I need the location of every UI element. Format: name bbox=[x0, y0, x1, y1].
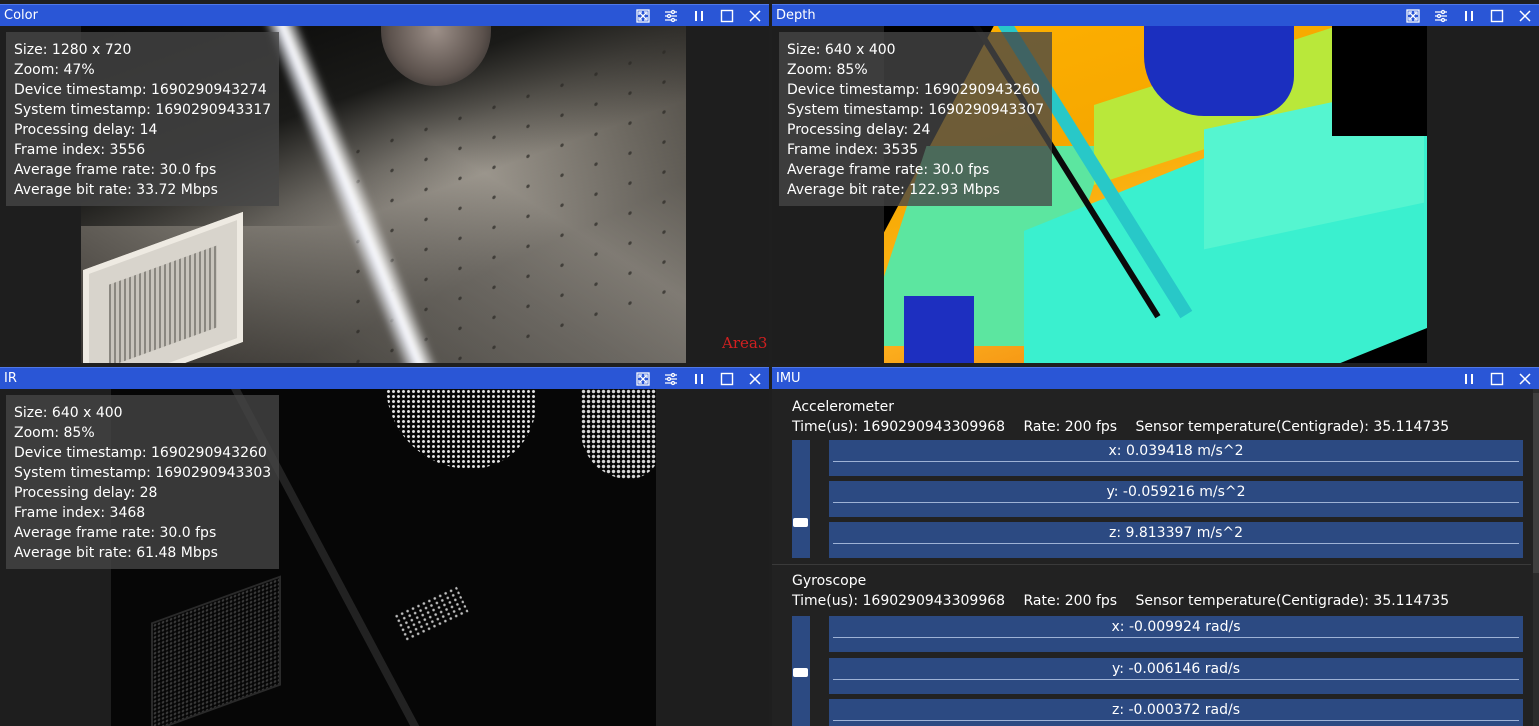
close-icon[interactable] bbox=[741, 5, 769, 27]
depth-stream-view[interactable]: Size: 640 x 400 Zoom: 85% Device timesta… bbox=[772, 26, 1539, 363]
area-label: Area3 bbox=[722, 334, 768, 352]
info-processing-delay: Processing delay: 14 bbox=[14, 122, 158, 138]
color-titlebar: Color bbox=[0, 4, 769, 26]
color-stream-view[interactable]: Size: 1280 x 720 Zoom: 47% Device timest… bbox=[0, 26, 769, 363]
accelerometer-temperature: Sensor temperature(Centigrade): 35.11473… bbox=[1135, 419, 1450, 435]
accelerometer-y-row: y: -0.059216 m/s^2 bbox=[829, 481, 1523, 517]
accelerometer-level-bar bbox=[792, 440, 810, 558]
info-system-timestamp: System timestamp: 1690290943307 bbox=[787, 102, 1045, 118]
depth-titlebar: Depth bbox=[772, 4, 1539, 26]
imu-view: Accelerometer Time(us): 1690290943309968… bbox=[772, 389, 1539, 726]
info-processing-delay: Processing delay: 28 bbox=[14, 485, 158, 501]
info-frame-rate: Average frame rate: 30.0 fps bbox=[787, 162, 990, 178]
close-icon[interactable] bbox=[1511, 368, 1539, 390]
accelerometer-level-knob bbox=[793, 518, 808, 527]
info-frame-rate: Average frame rate: 30.0 fps bbox=[14, 162, 217, 178]
accelerometer-z-row: z: 9.813397 m/s^2 bbox=[829, 522, 1523, 558]
info-size: Size: 1280 x 720 bbox=[14, 42, 132, 58]
gyroscope-x-row: x: -0.009924 rad/s bbox=[829, 616, 1523, 652]
accelerometer-title: Accelerometer bbox=[792, 399, 894, 415]
panel-title: IMU bbox=[776, 371, 801, 386]
info-frame-rate: Average frame rate: 30.0 fps bbox=[14, 525, 217, 541]
gyroscope-level-knob bbox=[793, 668, 808, 677]
stream-info-overlay: Size: 640 x 400 Zoom: 85% Device timesta… bbox=[779, 32, 1053, 206]
ceiling-vent bbox=[83, 211, 243, 363]
info-system-timestamp: System timestamp: 1690290943303 bbox=[14, 465, 272, 481]
imu-scrollbar-thumb[interactable] bbox=[1533, 393, 1539, 573]
maximize-icon[interactable] bbox=[1483, 368, 1511, 390]
info-device-timestamp: Device timestamp: 1690290943274 bbox=[14, 82, 267, 98]
panel-title: Color bbox=[4, 8, 38, 23]
accelerometer-x-row: x: 0.039418 m/s^2 bbox=[829, 440, 1523, 476]
info-frame-index: Frame index: 3535 bbox=[787, 142, 919, 158]
maximize-icon[interactable] bbox=[713, 368, 741, 390]
info-bit-rate: Average bit rate: 33.72 Mbps bbox=[14, 182, 218, 198]
gyroscope-title: Gyroscope bbox=[792, 573, 867, 589]
accelerometer-time: Time(us): 1690290943309968 bbox=[792, 419, 1006, 435]
info-frame-index: Frame index: 3468 bbox=[14, 505, 146, 521]
gyroscope-time: Time(us): 1690290943309968 bbox=[792, 593, 1006, 609]
info-size: Size: 640 x 400 bbox=[787, 42, 896, 58]
section-divider bbox=[772, 564, 1531, 565]
pause-icon[interactable] bbox=[1455, 5, 1483, 27]
gyroscope-z-value: z: -0.000372 rad/s bbox=[1111, 702, 1241, 718]
imu-panel: IMU Accelerometer Time(us): 169029094330… bbox=[772, 367, 1539, 726]
imu-scrollbar[interactable] bbox=[1533, 389, 1539, 726]
panel-title: Depth bbox=[776, 8, 816, 23]
info-frame-index: Frame index: 3556 bbox=[14, 142, 146, 158]
imu-titlebar: IMU bbox=[772, 367, 1539, 389]
info-bit-rate: Average bit rate: 122.93 Mbps bbox=[787, 182, 1000, 198]
settings-icon[interactable] bbox=[657, 5, 685, 27]
info-size: Size: 640 x 400 bbox=[14, 405, 123, 421]
gyroscope-y-value: y: -0.006146 rad/s bbox=[1112, 661, 1240, 677]
close-icon[interactable] bbox=[1511, 5, 1539, 27]
maximize-icon[interactable] bbox=[713, 5, 741, 27]
accelerometer-rate: Rate: 200 fps bbox=[1023, 419, 1118, 435]
stream-info-overlay: Size: 640 x 400 Zoom: 85% Device timesta… bbox=[6, 395, 280, 569]
ir-stream-view[interactable]: Size: 640 x 400 Zoom: 85% Device timesta… bbox=[0, 389, 769, 726]
accelerometer-z-value: z: 9.813397 m/s^2 bbox=[1108, 525, 1244, 541]
gyroscope-temperature: Sensor temperature(Centigrade): 35.11473… bbox=[1135, 593, 1450, 609]
info-processing-delay: Processing delay: 24 bbox=[787, 122, 931, 138]
settings-icon[interactable] bbox=[1427, 5, 1455, 27]
pause-icon[interactable] bbox=[685, 5, 713, 27]
pause-icon[interactable] bbox=[1455, 368, 1483, 390]
panel-title: IR bbox=[4, 371, 17, 386]
info-device-timestamp: Device timestamp: 1690290943260 bbox=[787, 82, 1040, 98]
fullscreen-icon[interactable] bbox=[629, 5, 657, 27]
gyroscope-z-row: z: -0.000372 rad/s bbox=[829, 699, 1523, 726]
accelerometer-y-value: y: -0.059216 m/s^2 bbox=[1106, 484, 1246, 500]
accelerometer-x-value: x: 0.039418 m/s^2 bbox=[1108, 443, 1244, 459]
pause-icon[interactable] bbox=[685, 368, 713, 390]
stream-info-overlay: Size: 1280 x 720 Zoom: 47% Device timest… bbox=[6, 32, 280, 206]
info-zoom: Zoom: 85% bbox=[14, 425, 95, 441]
ir-titlebar: IR bbox=[0, 367, 769, 389]
ir-panel: IR Size: 640 x 400 Zoom: 85% Device time… bbox=[0, 367, 769, 726]
accelerometer-meta: Time(us): 1690290943309968 Rate: 200 fps… bbox=[792, 419, 1463, 435]
maximize-icon[interactable] bbox=[1483, 5, 1511, 27]
gyroscope-rate: Rate: 200 fps bbox=[1023, 593, 1118, 609]
close-icon[interactable] bbox=[741, 368, 769, 390]
info-zoom: Zoom: 85% bbox=[787, 62, 868, 78]
depth-panel: Depth Size: 640 x 400 Zoom: 85% Device t… bbox=[772, 4, 1539, 363]
fullscreen-icon[interactable] bbox=[1399, 5, 1427, 27]
info-system-timestamp: System timestamp: 1690290943317 bbox=[14, 102, 272, 118]
info-bit-rate: Average bit rate: 61.48 Mbps bbox=[14, 545, 218, 561]
fullscreen-icon[interactable] bbox=[629, 368, 657, 390]
info-zoom: Zoom: 47% bbox=[14, 62, 95, 78]
gyroscope-y-row: y: -0.006146 rad/s bbox=[829, 658, 1523, 694]
settings-icon[interactable] bbox=[657, 368, 685, 390]
info-device-timestamp: Device timestamp: 1690290943260 bbox=[14, 445, 267, 461]
gyroscope-x-value: x: -0.009924 rad/s bbox=[1111, 619, 1241, 635]
gyroscope-level-bar bbox=[792, 616, 810, 726]
color-panel: Color Size: 1280 x 720 Zoom: 47% Device … bbox=[0, 4, 769, 363]
gyroscope-meta: Time(us): 1690290943309968 Rate: 200 fps… bbox=[792, 593, 1463, 609]
